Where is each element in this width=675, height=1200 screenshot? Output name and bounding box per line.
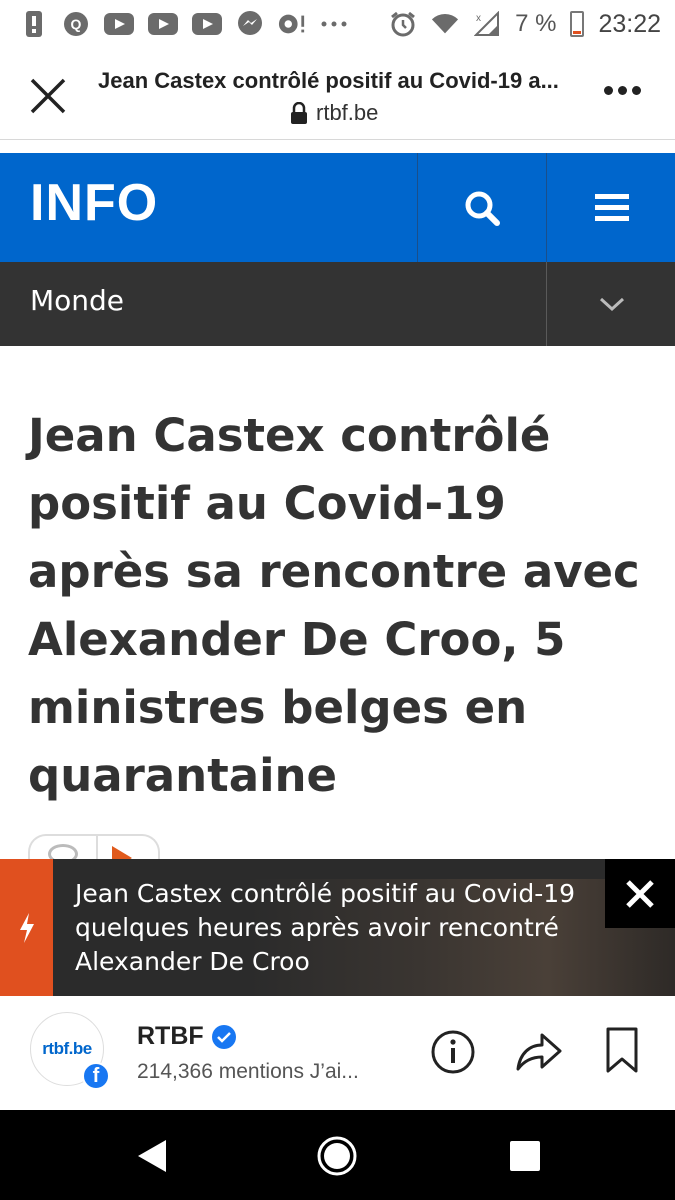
site-logo[interactable]: INFO [30, 173, 158, 233]
back-icon[interactable] [136, 1138, 168, 1174]
hamburger-icon [594, 193, 629, 221]
messenger-icon [236, 11, 264, 36]
youtube-icon [104, 13, 134, 35]
site-header: INFO [0, 153, 675, 262]
bookmark-button[interactable] [604, 1026, 640, 1074]
wifi-icon [431, 12, 459, 36]
chevron-down-icon [599, 297, 624, 312]
home-icon[interactable] [316, 1135, 358, 1177]
youtube-icon [148, 13, 178, 35]
share-icon [516, 1033, 562, 1071]
info-button[interactable] [430, 1029, 476, 1075]
browser-toolbar: Jean Castex contrôlé positif au Covid-19… [0, 48, 675, 140]
page-name-text: RTBF [137, 1022, 204, 1050]
search-icon [465, 191, 500, 226]
breaking-news-banner[interactable]: Jean Castex contrôlé positif au Covid-19… [0, 859, 675, 996]
bookmark-icon [606, 1027, 638, 1073]
menu-button[interactable] [546, 153, 675, 262]
svg-text:x: x [476, 13, 481, 24]
system-navigation-bar [0, 1110, 675, 1200]
section-selector: Monde [0, 262, 675, 346]
signal-icon: x [473, 11, 501, 36]
more-options-icon[interactable] [604, 86, 648, 102]
battery-percent: 7 % [515, 10, 557, 37]
avatar-logo: rtbf.be [42, 1039, 92, 1058]
alarm-icon [389, 11, 417, 37]
lightning-icon [19, 912, 34, 943]
more-notifications-icon [320, 12, 348, 36]
recent-apps-icon[interactable] [510, 1141, 540, 1171]
url-text: rtbf.be [316, 100, 379, 125]
svg-text:Q: Q [71, 16, 82, 32]
app-notification-icon: Q [62, 12, 90, 36]
info-icon [431, 1030, 475, 1074]
alert-icon [20, 11, 48, 37]
close-icon[interactable] [26, 74, 70, 118]
flash-icon-box [0, 859, 53, 996]
page-title: Jean Castex contrôlé positif au Covid-19… [98, 68, 559, 93]
article-headline: Jean Castex contrôlé positif au Covid-19… [28, 409, 640, 802]
banner-close-button[interactable] [605, 859, 675, 928]
url-display[interactable]: rtbf.be [290, 100, 378, 126]
close-icon [626, 879, 654, 908]
likes-count: 214,366 mentions J’ai... [137, 1060, 359, 1083]
youtube-icon [192, 13, 222, 35]
notification-dot-icon [278, 12, 306, 36]
verified-icon [211, 1024, 236, 1049]
clock: 23:22 [598, 9, 661, 38]
lock-icon [291, 102, 307, 124]
section-dropdown-button[interactable] [546, 262, 675, 346]
battery-icon [570, 11, 585, 37]
share-button[interactable] [514, 1029, 564, 1075]
facebook-icon: f [82, 1062, 110, 1090]
status-bar: Q x 7 % 23:22 [0, 0, 675, 48]
search-button[interactable] [417, 153, 546, 262]
facebook-page-bar: rtbf.be f RTBF 214,366 mentions J’ai... [0, 996, 675, 1110]
page-name[interactable]: RTBF [137, 1022, 236, 1051]
section-label[interactable]: Monde [30, 284, 124, 317]
banner-text[interactable]: Jean Castex contrôlé positif au Covid-19… [75, 877, 600, 979]
